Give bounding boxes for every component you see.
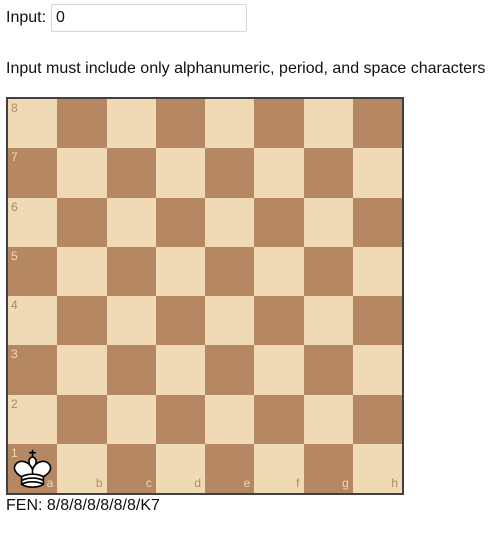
square-e3[interactable] [205,345,255,395]
rank-label: 6 [11,199,18,214]
square-g1[interactable]: g [303,443,353,493]
rank-label: 4 [11,298,18,312]
square-d7[interactable] [155,148,205,198]
file-label: c [145,476,152,490]
square-a2[interactable]: 2 [8,394,58,444]
square-f1[interactable]: f [254,443,304,493]
square-h6[interactable] [352,197,402,247]
square-d4[interactable] [155,296,205,346]
square-d6[interactable] [155,197,205,247]
file-label: d [194,476,201,490]
square-c3[interactable] [106,345,156,395]
fen-line: FEN: 8/8/8/8/8/8/8/K7 [6,497,160,515]
square-h7[interactable] [352,148,402,198]
square-f7[interactable] [254,148,304,198]
file-label: b [95,476,103,490]
square-b6[interactable] [57,197,107,247]
square-b4[interactable] [57,296,107,346]
square-h5[interactable] [352,246,402,296]
square-d3[interactable] [155,345,205,395]
square-c6[interactable] [106,197,156,247]
square-f3[interactable] [254,345,304,395]
square-e4[interactable] [205,296,255,346]
square-e8[interactable] [205,99,255,149]
square-b8[interactable] [57,99,107,149]
rank-label: 2 [11,396,18,411]
square-g2[interactable] [303,394,353,444]
square-b5[interactable] [57,246,107,296]
file-label: h [391,476,398,490]
square-c8[interactable] [106,99,156,149]
fen-label: FEN: [6,497,43,514]
square-a1[interactable]: 1a [8,443,58,493]
square-d8[interactable] [155,99,205,149]
square-c5[interactable] [106,246,156,296]
square-g7[interactable] [303,148,353,198]
rank-label: 8 [11,101,18,115]
fen-value: 8/8/8/8/8/8/8/K7 [46,497,160,514]
rank-label: 5 [11,248,18,263]
validation-message: Input must include only alphanumeric, pe… [6,60,486,77]
square-h8[interactable] [352,99,402,149]
square-b7[interactable] [57,148,107,198]
square-c1[interactable]: c [106,443,156,493]
square-h1[interactable]: h [352,443,402,493]
square-g5[interactable] [303,246,353,296]
text-input[interactable] [51,4,248,32]
square-a3[interactable]: 3 [8,345,58,395]
square-a8[interactable]: 8 [8,99,58,149]
square-h4[interactable] [352,296,402,346]
rank-label: 3 [11,347,18,362]
square-f2[interactable] [254,394,304,444]
file-label: e [243,476,251,490]
square-c2[interactable] [106,394,156,444]
square-d2[interactable] [155,394,205,444]
square-e7[interactable] [205,148,255,198]
square-e1[interactable]: e [205,443,255,493]
square-g6[interactable] [303,197,353,247]
input-label: Input: [6,9,47,26]
square-b3[interactable] [57,345,107,395]
square-g3[interactable] [303,345,353,395]
square-g8[interactable] [303,99,353,149]
square-d5[interactable] [155,246,205,296]
square-c4[interactable] [106,296,156,346]
square-f4[interactable] [254,296,304,346]
chessboard[interactable]: 8 7 6 5 4 3 2 1a b c d e f g h [6,97,404,495]
file-label: f [296,476,300,490]
square-g4[interactable] [303,296,353,346]
file-label: g [342,476,349,490]
square-h3[interactable] [352,345,402,395]
square-e6[interactable] [205,197,255,247]
square-f5[interactable] [254,246,304,296]
square-f8[interactable] [254,99,304,149]
square-a4[interactable]: 4 [8,296,58,346]
square-e2[interactable] [205,394,255,444]
square-f6[interactable] [254,197,304,247]
square-e5[interactable] [205,246,255,296]
rank-label: 7 [11,150,18,165]
square-b1[interactable]: b [57,443,107,493]
square-d1[interactable]: d [155,443,205,493]
square-a7[interactable]: 7 [8,148,58,198]
square-a5[interactable]: 5 [8,246,58,296]
square-h2[interactable] [352,394,402,444]
input-row: Input: [6,3,248,33]
square-b2[interactable] [57,394,107,444]
square-a6[interactable]: 6 [8,197,58,247]
square-c7[interactable] [106,148,156,198]
